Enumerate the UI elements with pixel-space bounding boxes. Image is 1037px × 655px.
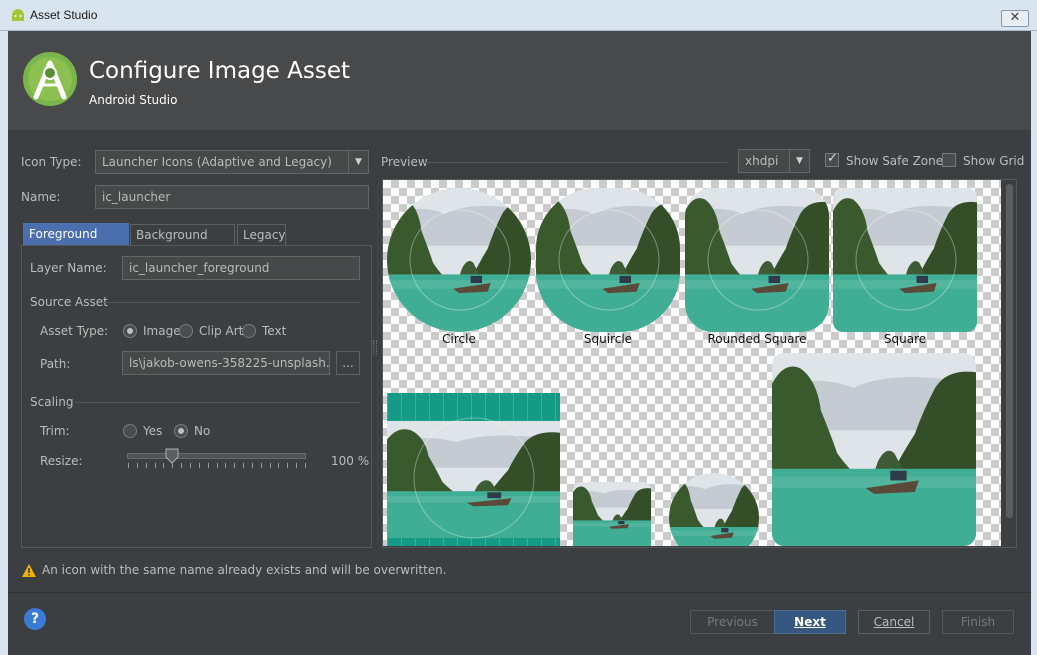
asset-type-image-label[interactable]: Image	[143, 324, 181, 338]
trim-yes-radio[interactable]	[123, 424, 137, 438]
slider-tick	[234, 463, 235, 468]
tab-legacy[interactable]: Legacy	[237, 224, 286, 246]
android-icon	[12, 9, 24, 21]
icon-type-label: Icon Type:	[21, 155, 82, 169]
trim-yes-label[interactable]: Yes	[143, 424, 162, 438]
help-icon: ?	[30, 611, 40, 627]
tab-foreground-layer[interactable]: Foreground Layer	[23, 223, 129, 261]
warning-message: An icon with the same name already exist…	[22, 563, 447, 577]
path-label: Path:	[40, 357, 71, 371]
cancel-button[interactable]: Cancel	[858, 610, 930, 634]
trim-label: Trim:	[40, 424, 70, 438]
window-frame-left	[0, 31, 8, 655]
asset-type-clipart-radio[interactable]	[179, 324, 193, 338]
browse-button[interactable]: ...	[336, 351, 360, 375]
close-button[interactable]: ✕	[1001, 10, 1029, 27]
section-divider	[75, 402, 360, 403]
tab-background-layer[interactable]: Background Layer	[130, 224, 235, 262]
resize-slider-track[interactable]	[127, 453, 306, 459]
window-frame-right	[1031, 31, 1037, 655]
resize-value: 100 %	[331, 454, 370, 468]
asset-type-label: Asset Type:	[40, 324, 109, 338]
preview-scrollbar[interactable]	[1004, 182, 1015, 544]
scrollbar-thumb[interactable]	[1006, 184, 1013, 518]
slider-tick	[287, 463, 288, 468]
layer-name-input[interactable]: ic_launcher_foreground	[122, 256, 360, 280]
show-grid-checkbox[interactable]	[942, 153, 956, 167]
source-asset-header: Source Asset	[30, 295, 108, 309]
slider-tick	[181, 463, 182, 468]
next-button[interactable]: Next	[774, 610, 846, 634]
icon-type-value: Launcher Icons (Adaptive and Legacy)	[102, 155, 332, 169]
show-safe-zone-label[interactable]: Show Safe Zone	[846, 154, 943, 168]
chevron-down-icon: ▼	[348, 151, 368, 173]
slider-tick	[163, 463, 164, 468]
preview-label: Preview	[381, 155, 428, 169]
slider-tick	[270, 463, 271, 468]
density-value: xhdpi	[745, 154, 779, 168]
density-select[interactable]: xhdpi ▼	[738, 149, 810, 173]
slider-tick	[155, 463, 156, 468]
section-divider	[424, 162, 727, 163]
asset-type-clipart-label[interactable]: Clip Art	[199, 324, 243, 338]
slider-tick	[225, 463, 226, 468]
footer-divider	[8, 592, 1031, 593]
trim-no-radio[interactable]	[174, 424, 188, 438]
safe-zone-overlay	[409, 209, 957, 539]
warning-icon	[22, 563, 36, 577]
slider-tick	[252, 463, 253, 468]
help-button[interactable]: ?	[24, 608, 46, 630]
slider-tick	[190, 463, 191, 468]
section-divider	[102, 302, 360, 303]
name-input[interactable]: ic_launcher	[95, 185, 369, 209]
chevron-down-icon: ▼	[789, 150, 809, 172]
foreground-layer-panel	[21, 245, 372, 548]
window-title: Asset Studio	[30, 8, 98, 22]
slider-tick	[305, 463, 306, 468]
android-studio-logo-icon	[23, 52, 77, 106]
slider-tick	[278, 463, 279, 468]
scaling-header: Scaling	[30, 395, 74, 409]
layer-name-label: Layer Name:	[30, 261, 107, 275]
slider-tick	[137, 463, 138, 468]
splitter-handle[interactable]	[373, 340, 377, 354]
close-icon: ✕	[1009, 10, 1021, 25]
show-grid-label[interactable]: Show Grid	[963, 154, 1024, 168]
slider-tick	[243, 463, 244, 468]
slider-tick	[208, 463, 209, 468]
page-subtitle: Android Studio	[89, 93, 178, 107]
icon-type-select[interactable]: Launcher Icons (Adaptive and Legacy) ▼	[95, 150, 369, 174]
path-input[interactable]: ls\jakob-owens-358225-unsplash.jpg	[122, 351, 330, 375]
asset-type-text-radio[interactable]	[242, 324, 256, 338]
slider-tick	[146, 463, 147, 468]
warning-text: An icon with the same name already exist…	[42, 563, 447, 577]
resize-label: Resize:	[40, 454, 83, 468]
asset-type-text-label[interactable]: Text	[262, 324, 286, 338]
slider-tick	[296, 463, 297, 468]
slider-tick	[261, 463, 262, 468]
trim-no-label[interactable]: No	[194, 424, 210, 438]
asset-type-image-radio[interactable]	[123, 324, 137, 338]
slider-tick	[128, 463, 129, 468]
title-bar: Asset Studio ✕	[0, 0, 1037, 31]
name-label: Name:	[21, 190, 61, 204]
finish-button[interactable]: Finish	[942, 610, 1014, 634]
show-safe-zone-checkbox[interactable]	[825, 151, 839, 167]
page-title: Configure Image Asset	[89, 58, 350, 84]
slider-tick	[217, 463, 218, 468]
previous-button[interactable]: Previous	[690, 610, 775, 634]
resize-slider-ticks	[128, 463, 306, 468]
slider-tick	[199, 463, 200, 468]
resize-slider-thumb[interactable]	[165, 448, 179, 464]
